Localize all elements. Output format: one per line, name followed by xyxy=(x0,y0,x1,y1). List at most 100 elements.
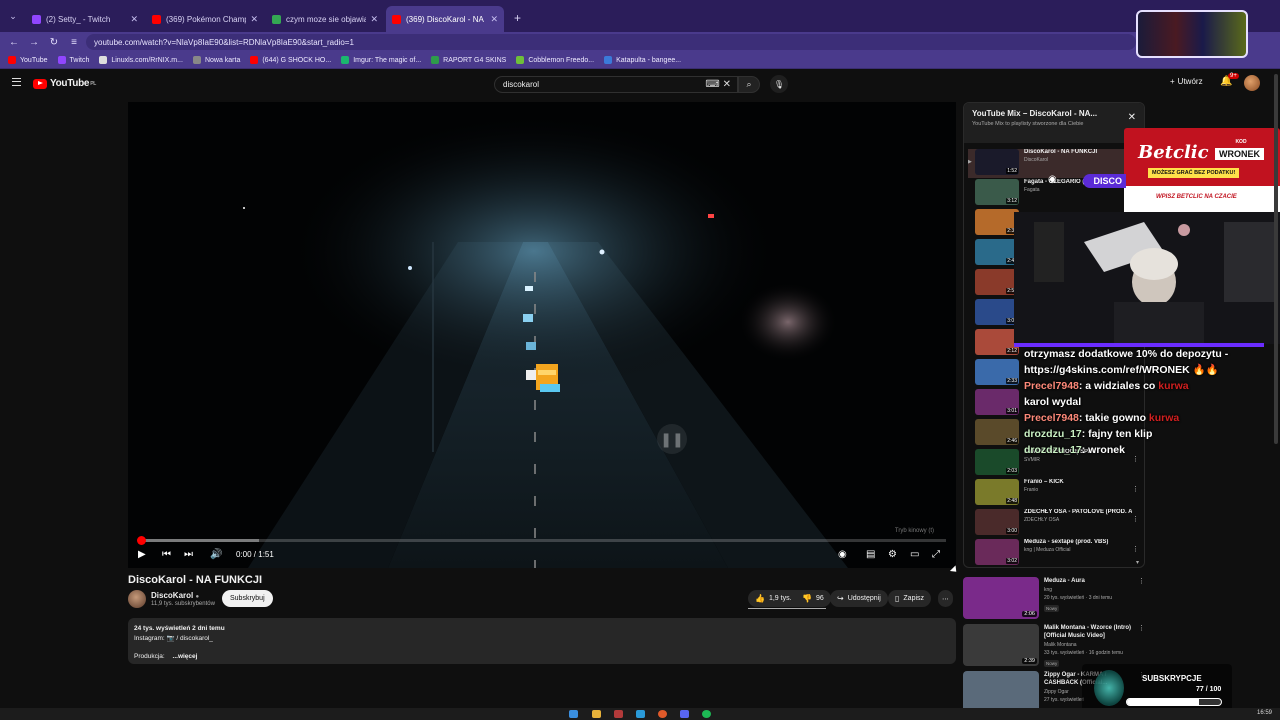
account-avatar[interactable] xyxy=(1244,75,1260,91)
bookmark-item[interactable]: Katapulta - bangee... xyxy=(604,56,681,64)
bookmark-item[interactable]: (644) G SHOCK HO... xyxy=(250,56,331,64)
playlist-thumbnail[interactable]: 3:01 xyxy=(975,389,1019,415)
autoplay-toggle-icon[interactable]: ◉ xyxy=(838,549,847,560)
url-field[interactable]: youtube.com/watch?v=NlaVp8IaE90&list=RDN… xyxy=(86,34,1136,50)
browser-tab[interactable]: (369) DiscoKarol - NA FUNK ✕ xyxy=(386,6,504,32)
playlist-thumbnail[interactable]: 2:46 xyxy=(975,419,1019,445)
spotify-icon[interactable] xyxy=(702,710,711,718)
webcam-frame xyxy=(1014,212,1280,344)
recommended-video[interactable]: 2:06 Meduza - Aura kng 20 tys. wyświetleń ·… xyxy=(963,577,1145,621)
steam-icon[interactable] xyxy=(636,710,645,718)
tab-close-icon[interactable]: ✕ xyxy=(370,14,378,25)
share-button[interactable]: ↪ Udostępnij xyxy=(830,590,888,607)
playlist-item-menu-icon[interactable]: ⋮ xyxy=(1132,515,1139,523)
description-more-link[interactable]: ...więcej xyxy=(173,653,198,660)
reload-icon[interactable]: ↻ xyxy=(46,37,62,48)
next-icon[interactable]: ⏭ xyxy=(184,549,193,560)
bookmark-item[interactable]: Cobblemon Freedo... xyxy=(516,56,594,64)
browser-tab[interactable]: (2) Setty_ - Twitch ✕ xyxy=(26,6,144,32)
like-button[interactable]: 👍 1,9 tys. xyxy=(748,590,799,607)
subscribe-button[interactable]: Subskrybuj xyxy=(222,590,273,607)
new-tab-icon[interactable]: + xyxy=(514,11,521,25)
start-icon[interactable] xyxy=(569,710,578,718)
back-icon[interactable]: ← xyxy=(6,37,22,48)
subtitles-icon[interactable]: ▤ xyxy=(866,549,875,560)
playlist-thumbnail[interactable]: 2:03 xyxy=(975,449,1019,475)
description-box[interactable]: 24 tys. wyświetleń 2 dni temu Instagram:… xyxy=(128,618,956,664)
page-scrollbar[interactable] xyxy=(1272,70,1280,444)
playlist-item-menu-icon[interactable]: ⋮ xyxy=(1132,545,1139,553)
bookmarks-bar: YouTube Twitch Linuxls.com/RrNIX.m... Nowa … xyxy=(0,52,1280,69)
video-player[interactable]: ❚❚ Tryb kinowy (t) ▶ ⏮ ⏭ 🔊 0:00 / 1:51 ◉… xyxy=(128,102,956,568)
bookmark-item[interactable]: Imgur: The magic of... xyxy=(341,56,421,64)
create-button[interactable]: + Utwórz xyxy=(1170,77,1203,86)
recommended-thumbnail[interactable] xyxy=(963,671,1039,713)
bookmark-item[interactable]: YouTube xyxy=(8,56,48,64)
more-actions-button[interactable]: ⋯ xyxy=(938,590,953,607)
tab-close-icon[interactable]: ✕ xyxy=(250,14,258,25)
playlist-thumbnail[interactable]: 1:52 xyxy=(975,149,1019,175)
tab-search-icon[interactable]: ⌄ xyxy=(4,7,22,25)
tab-close-icon[interactable]: ✕ xyxy=(490,14,498,25)
playlist-item[interactable]: 3:00 ZDECHŁY OSA - PATOLOVE (PROD. AETHER… xyxy=(968,509,1142,538)
playlist-item[interactable]: 2:48 Franio – KICK Franio ⋮ xyxy=(968,479,1142,508)
chat-message: https://g4skins.com/ref/WRONEK 🔥🔥 xyxy=(1024,362,1274,378)
volume-icon[interactable]: 🔊 xyxy=(210,549,222,560)
previous-icon[interactable]: ⏮ xyxy=(162,549,171,560)
fullscreen-icon[interactable]: ⤢ xyxy=(932,549,940,560)
playlist-thumbnail[interactable]: 2:41 xyxy=(975,239,1019,265)
playlist-thumbnail[interactable]: 2:12 xyxy=(975,329,1019,355)
recommended-title: Malik Montana - Wzorce (Intro) [Official… xyxy=(1044,625,1131,639)
close-playlist-icon[interactable]: ✕ xyxy=(1128,112,1136,123)
recommended-thumbnail[interactable]: 2:39 xyxy=(963,624,1039,666)
new-badge: Nowy xyxy=(1044,605,1060,612)
playlist-thumbnail[interactable]: 2:48 xyxy=(975,479,1019,505)
app-icon[interactable] xyxy=(614,710,623,718)
voice-search-button[interactable]: 🎙 xyxy=(770,75,788,93)
tab-close-icon[interactable]: ✕ xyxy=(130,14,138,25)
channel-avatar[interactable] xyxy=(128,590,146,608)
channel-name[interactable]: DiscoKarol ● xyxy=(151,591,199,600)
theater-mode-icon[interactable]: ▭ xyxy=(910,549,919,560)
search-input[interactable]: discokarol ⌨ ✕ xyxy=(494,76,738,93)
playlist-thumbnail[interactable]: 3:12 xyxy=(975,179,1019,205)
playlist-title[interactable]: YouTube Mix – DiscoKarol - NA... xyxy=(972,109,1138,118)
playlist-thumbnail[interactable]: 3:00 xyxy=(975,509,1019,535)
youtube-logo[interactable]: YouTube PL xyxy=(33,78,96,89)
menu-icon[interactable] xyxy=(12,78,21,86)
time-current: 0:00 xyxy=(236,550,252,559)
scrollbar-thumb[interactable] xyxy=(1274,74,1278,444)
bookmark-item[interactable]: Nowa karta xyxy=(192,56,240,64)
tab-favicon-icon xyxy=(152,14,161,24)
playlist-item-menu-icon[interactable]: ⋮ xyxy=(1132,485,1139,493)
save-button[interactable]: ▯ Zapisz xyxy=(888,590,932,607)
bookmark-item[interactable]: RAPORT G4 SKINS xyxy=(431,56,506,64)
playlist-thumbnail[interactable]: 3:05 xyxy=(975,299,1019,325)
clear-search-icon[interactable]: ⌨ ✕ xyxy=(705,79,731,90)
recommended-menu-icon[interactable]: ⋮ xyxy=(1138,577,1145,621)
play-icon[interactable]: ▶ xyxy=(138,549,146,560)
bookmark-item[interactable]: Twitch xyxy=(57,56,89,64)
playlist-thumbnail[interactable]: 3:02 xyxy=(975,539,1019,565)
recommended-menu-icon[interactable]: ⋮ xyxy=(1138,624,1145,668)
browser-tab[interactable]: czym moze sie objawiac uczelni✕ xyxy=(266,6,384,32)
playlist-thumbnail[interactable]: 2:34 xyxy=(975,209,1019,235)
playlist-scroll-down-icon[interactable]: ▾ xyxy=(1136,559,1139,566)
playlist-item[interactable]: 3:02 Meduza - sextape (prod. VBS) kng | Me… xyxy=(968,539,1142,567)
chrome-icon[interactable] xyxy=(658,710,667,718)
recommended-thumbnail[interactable]: 2:06 xyxy=(963,577,1039,619)
site-info-icon[interactable]: ≡ xyxy=(66,37,82,48)
browser-tab[interactable]: (369) Pokémon Champions - G ✕ xyxy=(146,6,264,32)
playlist-thumbnail[interactable]: 2:33 xyxy=(975,359,1019,385)
dislike-button[interactable]: 👎 96 xyxy=(795,590,831,607)
tab-list: (2) Setty_ - Twitch✕(369) Pokémon Champi… xyxy=(26,6,506,32)
file-explorer-icon[interactable] xyxy=(592,710,601,718)
bookmark-item[interactable]: Linuxls.com/RrNIX.m... xyxy=(99,56,183,64)
discord-label: DISCO xyxy=(1083,174,1126,188)
forward-icon[interactable]: → xyxy=(26,37,42,48)
settings-gear-icon[interactable]: ⚙ xyxy=(888,549,897,560)
recommended-video[interactable]: 2:39 Malik Montana - Wzorce (Intro) [Offi… xyxy=(963,624,1145,668)
search-button[interactable]: ⌕ xyxy=(738,76,760,93)
playlist-thumbnail[interactable]: 2:58 xyxy=(975,269,1019,295)
discord-taskbar-icon[interactable] xyxy=(680,710,689,718)
